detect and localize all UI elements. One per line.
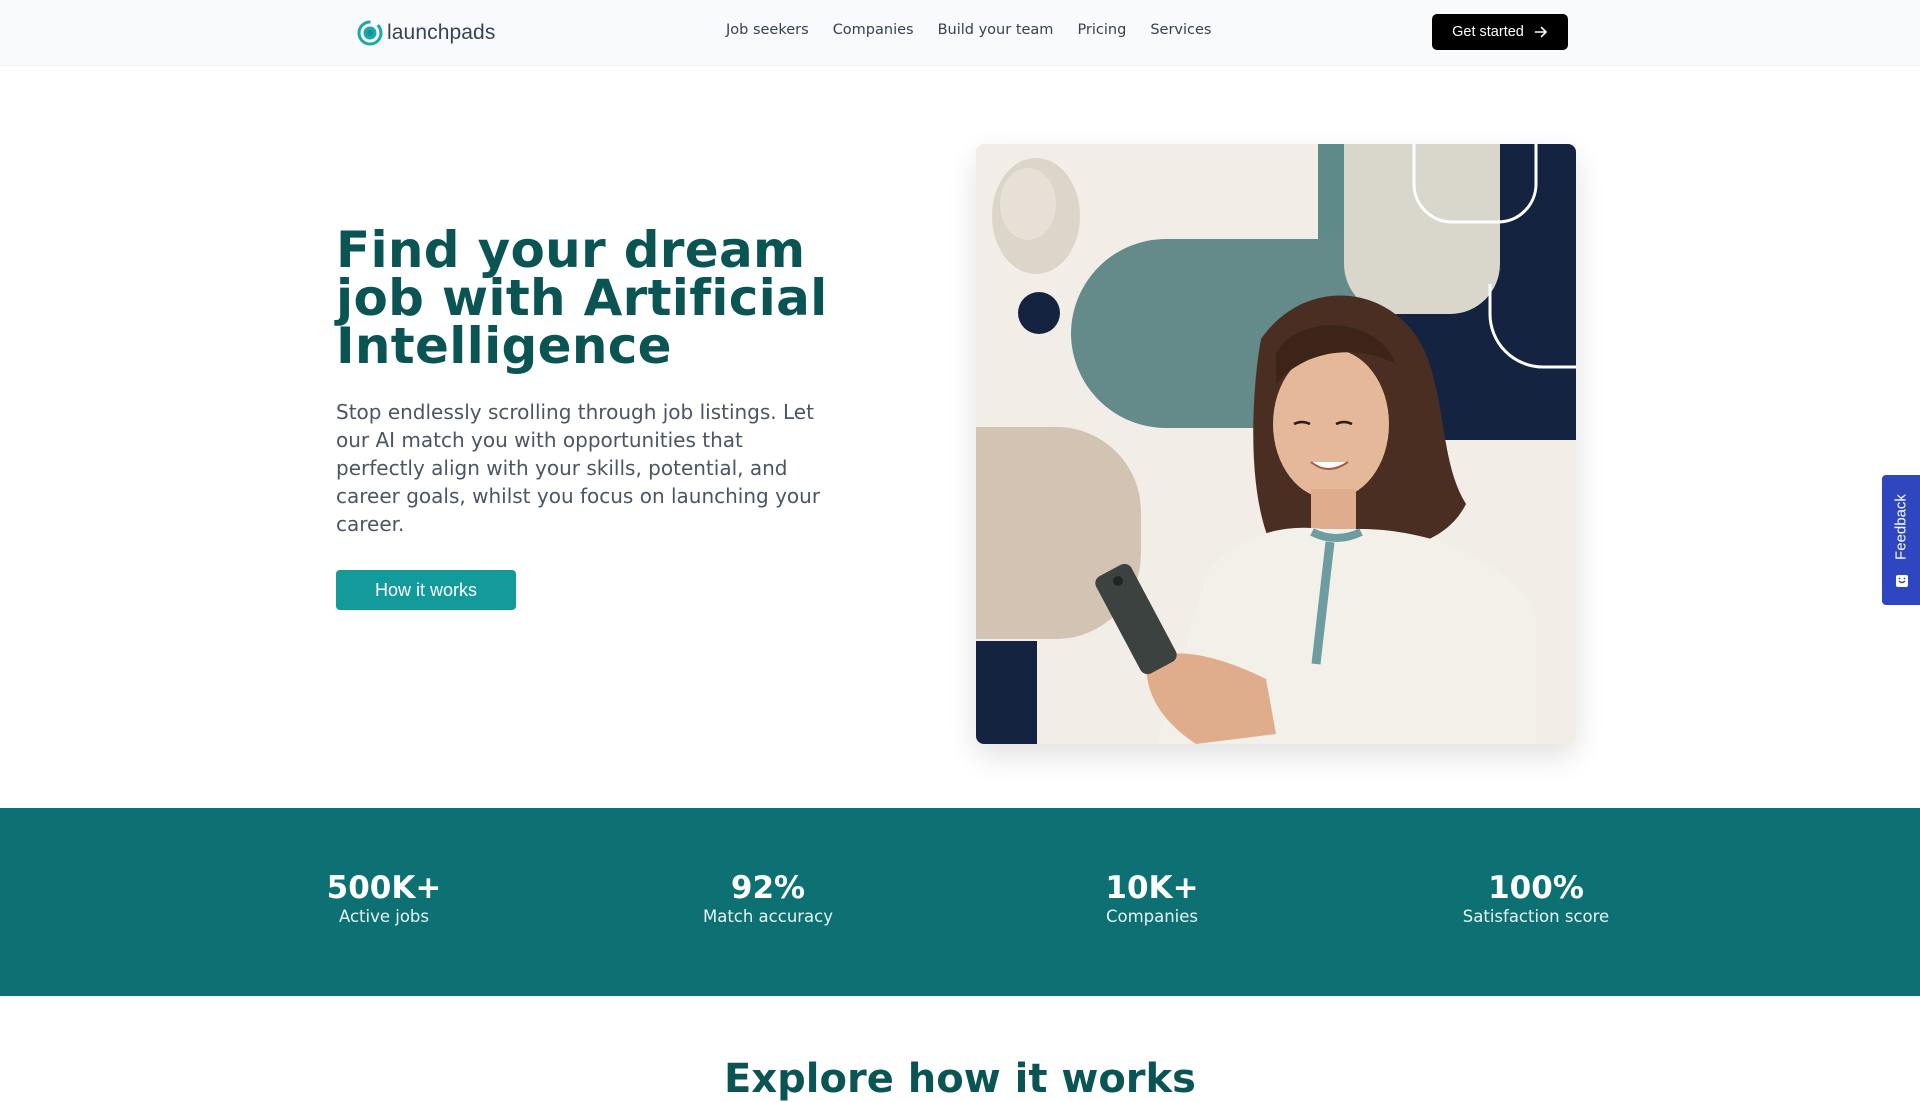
hero-illustration — [976, 144, 1576, 744]
get-started-button[interactable]: Get started — [1432, 14, 1568, 50]
feedback-tab[interactable]: Feedback — [1882, 475, 1920, 605]
nav-link-services[interactable]: Services — [1150, 22, 1211, 38]
stat-label: Satisfaction score — [1462, 907, 1610, 926]
hero-subtitle: Stop endlessly scrolling through job lis… — [336, 400, 821, 536]
hero-title: Find your dream job with Artificial Inte… — [336, 221, 828, 375]
stat-value: 100% — [1488, 870, 1584, 906]
hero-image — [976, 144, 1576, 744]
smiley-chat-icon — [1896, 575, 1908, 587]
stat-value: 500K+ — [326, 870, 442, 906]
nav-link-pricing[interactable]: Pricing — [1077, 22, 1126, 38]
stat-match-accuracy: 92% Match accuracy — [618, 870, 918, 928]
arrow-right-icon — [1534, 26, 1547, 38]
top-navigation: launchpads Job seekers Companies Build y… — [0, 0, 1920, 66]
main-menu: Job seekers Companies Build your team Pr… — [726, 22, 1211, 38]
stat-companies: 10K+ Companies — [1002, 870, 1302, 928]
stat-value: 10K+ — [1105, 870, 1199, 906]
launchpads-logo-icon — [357, 20, 383, 46]
nav-link-job-seekers[interactable]: Job seekers — [726, 22, 809, 38]
how-it-works-button[interactable]: How it works — [336, 570, 516, 610]
feedback-label: Feedback — [1892, 494, 1910, 560]
nav-link-build-your-team[interactable]: Build your team — [938, 22, 1054, 38]
stat-label: Companies — [1105, 907, 1199, 926]
stats-banner: 500K+ Active jobs 92% Match accuracy 10K… — [0, 808, 1920, 996]
stat-satisfaction-score: 100% Satisfaction score — [1386, 870, 1686, 928]
stat-label: Match accuracy — [702, 907, 834, 926]
stat-label: Active jobs — [338, 907, 430, 926]
explore-section-heading: Explore how it works — [724, 1056, 1196, 1102]
nav-link-companies[interactable]: Companies — [833, 22, 914, 38]
stat-active-jobs: 500K+ Active jobs — [234, 870, 534, 928]
stat-value: 92% — [730, 870, 806, 906]
brand-logo[interactable]: launchpads — [357, 20, 495, 46]
brand-name: launchpads — [387, 21, 496, 44]
get-started-label: Get started — [1452, 24, 1524, 40]
